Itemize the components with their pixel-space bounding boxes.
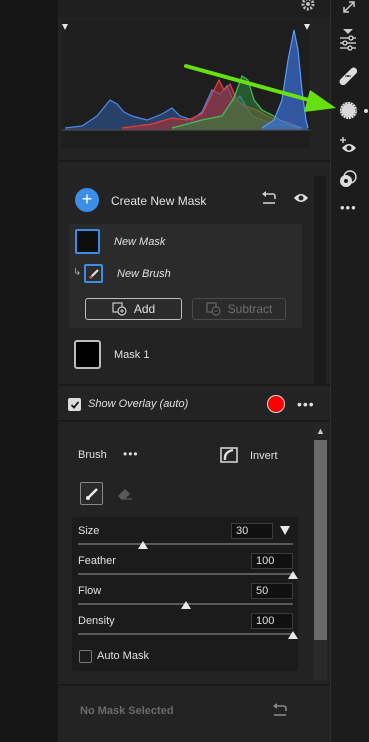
checkmark-icon xyxy=(70,400,79,409)
show-overlay-checkbox[interactable] xyxy=(68,398,81,411)
density-slider-track[interactable] xyxy=(78,633,293,635)
masking-icon[interactable] xyxy=(338,100,359,121)
footer-reset-icon[interactable] xyxy=(270,702,290,718)
brush-label: Brush xyxy=(78,449,107,461)
size-dropdown-icon[interactable] xyxy=(280,526,290,535)
add-mask-icon xyxy=(112,302,127,316)
mask1-label[interactable]: Mask 1 xyxy=(114,349,149,361)
add-button[interactable]: Add xyxy=(85,298,182,320)
subtract-label: Subtract xyxy=(227,302,273,316)
new-mask-label[interactable]: New Mask xyxy=(114,236,165,248)
invert-icon[interactable] xyxy=(219,446,239,464)
child-indent-icon: ↳ xyxy=(73,267,82,278)
feather-slider-track[interactable] xyxy=(78,573,293,575)
add-label: Add xyxy=(133,302,156,316)
size-value-field[interactable]: 30 xyxy=(231,523,273,539)
subtract-mask-icon xyxy=(206,302,221,316)
density-label: Density xyxy=(78,615,115,627)
size-slider-thumb[interactable] xyxy=(137,541,148,549)
feather-slider-thumb[interactable] xyxy=(288,571,298,579)
more-icon[interactable]: ••• xyxy=(340,200,357,215)
density-slider-thumb[interactable] xyxy=(288,631,298,639)
brush-panel-scroll-track[interactable] xyxy=(314,640,327,680)
size-slider-track[interactable] xyxy=(78,543,293,545)
invert-label[interactable]: Invert xyxy=(250,450,278,462)
size-label: Size xyxy=(78,525,100,537)
sliders-icon[interactable] xyxy=(337,33,359,53)
healing-bandage-icon[interactable] xyxy=(337,65,359,87)
new-brush-label[interactable]: New Brush xyxy=(117,268,171,280)
redeye-icon[interactable] xyxy=(337,134,359,156)
create-new-mask-label[interactable]: Create New Mask xyxy=(111,194,206,208)
overlay-more-icon[interactable]: ••• xyxy=(297,396,315,412)
new-mask-thumbnail[interactable] xyxy=(75,229,100,254)
flow-label: Flow xyxy=(78,585,102,597)
expand-icon[interactable] xyxy=(338,0,360,14)
auto-mask-checkbox[interactable] xyxy=(79,650,92,663)
overlay-color-swatch[interactable] xyxy=(267,395,285,413)
density-value-field[interactable]: 100 xyxy=(251,613,293,629)
brush-tool-button[interactable] xyxy=(80,482,103,505)
mask-list-scrollbar[interactable] xyxy=(314,176,326,384)
panel-top-strip xyxy=(58,0,330,18)
new-brush-thumbnail[interactable] xyxy=(84,264,103,283)
brush-more-icon[interactable]: ••• xyxy=(123,447,139,461)
create-new-mask-button[interactable]: + xyxy=(75,188,99,212)
auto-mask-label[interactable]: Auto Mask xyxy=(97,650,149,662)
feather-label: Feather xyxy=(78,555,116,567)
annotation-arrow xyxy=(180,58,340,118)
show-overlay-label[interactable]: Show Overlay (auto) xyxy=(88,398,188,410)
presets-icon[interactable] xyxy=(337,168,359,190)
mask1-thumbnail[interactable] xyxy=(74,340,101,369)
canvas-area xyxy=(0,0,58,742)
flow-value-field[interactable]: 50 xyxy=(251,583,293,599)
scroll-up-arrow[interactable]: ▲ xyxy=(314,424,327,438)
flow-slider-thumb[interactable] xyxy=(180,601,191,609)
eraser-icon[interactable] xyxy=(115,484,135,504)
gear-icon[interactable] xyxy=(298,0,318,12)
plus-icon: + xyxy=(81,189,93,209)
no-mask-selected-label: No Mask Selected xyxy=(80,705,174,717)
brush-icon xyxy=(85,487,98,500)
eye-icon[interactable] xyxy=(291,190,311,206)
feather-value-field[interactable]: 100 xyxy=(251,553,293,569)
reset-icon[interactable] xyxy=(259,190,279,206)
active-tool-indicator xyxy=(364,109,368,113)
subtract-button[interactable]: Subtract xyxy=(192,298,286,320)
brush-panel-scroll-thumb[interactable] xyxy=(314,440,327,640)
